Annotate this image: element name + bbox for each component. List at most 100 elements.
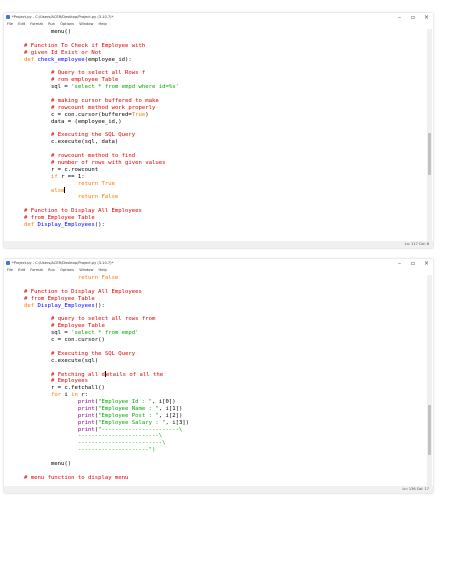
close-button[interactable]: × — [424, 260, 429, 267]
scrollbar-thumb[interactable] — [428, 405, 431, 455]
menu-file[interactable]: File — [7, 22, 13, 26]
idle-editor-window-top: *Project.py - C:/Users/ACER/Desktop/Proj… — [4, 13, 433, 248]
code-line: r = c.rowcount — [4, 167, 425, 174]
scrollbar-thumb[interactable] — [428, 133, 431, 175]
code-token: return False — [77, 194, 119, 201]
maximize-button[interactable]: ▫ — [411, 260, 415, 267]
menu-window[interactable]: Window — [79, 268, 93, 272]
code-token: "Employee Name : " — [98, 405, 159, 412]
code-token: c = con.cursor() — [24, 337, 105, 344]
code-token: # query to select all rows from — [50, 316, 156, 323]
code-token: print — [77, 426, 95, 433]
code-token: ---------------------") — [77, 447, 156, 454]
python-file-icon — [6, 261, 10, 265]
code-token: # Executing the SQL Query — [50, 350, 136, 357]
title-bar[interactable]: *Project.py - C:/Users/ACER/Desktop/Proj… — [4, 13, 433, 22]
code-line: # Fetching all details of all the — [4, 371, 425, 378]
code-line: # number of rows with given values — [4, 160, 425, 167]
menu-options[interactable]: Options — [60, 268, 74, 272]
menu-help[interactable]: Help — [99, 22, 107, 26]
code-token: in — [71, 392, 78, 399]
code-line: # Employees — [4, 378, 425, 385]
vertical-scrollbar[interactable] — [427, 29, 432, 241]
code-line: -------------------------\ — [4, 440, 425, 447]
code-token: "Employee Salary : " — [98, 419, 166, 426]
close-button[interactable]: × — [424, 14, 429, 21]
menu-file[interactable]: File — [7, 268, 13, 272]
code-token: ) — [145, 111, 149, 118]
code-line: def Display_Employees(): — [4, 222, 425, 229]
code-token: sql = — [24, 84, 72, 91]
code-token: menu() — [24, 29, 72, 35]
code-token: -------------------------\ — [77, 440, 166, 447]
maximize-button[interactable]: ▫ — [411, 14, 415, 21]
menu-edit[interactable]: Edit — [18, 268, 25, 272]
code-line: # Query to select all Rows f — [4, 70, 425, 77]
code-token: (employee_id): — [84, 56, 132, 63]
code-token: r = c.fetchall() — [24, 385, 105, 392]
code-line: # rowcount method work properly — [4, 105, 425, 112]
code-line: c = con.cursor(buffered=True) — [4, 112, 425, 119]
menu-run[interactable]: Run — [48, 22, 55, 26]
cursor-position: Ln: 117 Col: 8 — [404, 242, 429, 246]
code-line: # menu function to display menu — [4, 475, 425, 482]
code-token: # rowcount method to find — [50, 153, 136, 160]
code-token: return True — [77, 180, 115, 187]
code-token: def — [24, 302, 38, 309]
code-line: return True — [4, 181, 425, 188]
code-token: c.execute(sql) — [24, 357, 99, 364]
code-line: # from Employee Table — [4, 296, 425, 303]
menu-help[interactable]: Help — [99, 268, 107, 272]
code-token: # number of rows with given values — [50, 159, 166, 166]
menu-format[interactable]: Format — [30, 268, 43, 272]
code-token: # Employee Table — [50, 323, 105, 330]
menu-window[interactable]: Window — [79, 22, 93, 26]
code-token: c.execute(sql, data) — [24, 139, 119, 146]
menu-edit[interactable]: Edit — [18, 22, 25, 26]
code-line: ------------------------\ — [4, 433, 425, 440]
code-token: r: — [77, 392, 89, 399]
vertical-scrollbar[interactable] — [427, 275, 432, 486]
code-token: for — [50, 392, 62, 399]
code-token: def — [24, 221, 38, 228]
code-line: # query to select all rows from — [4, 316, 425, 323]
status-bar: Ln: 117 Col: 8 — [4, 241, 433, 248]
code-token: # Function To Check if Employee with — [24, 42, 146, 49]
title-bar[interactable]: *Project.py - C:/Users/ACER/Desktop/Proj… — [4, 259, 433, 268]
code-line: return False — [4, 275, 425, 282]
code-line: # from Employee Table — [4, 215, 425, 222]
code-token: , i[1]) — [158, 405, 183, 412]
code-token: r = c.rowcount — [24, 166, 99, 173]
code-token: # rowcount method work properly — [50, 104, 156, 111]
code-line: if r == 1: — [4, 174, 425, 181]
code-line: # Employee Table — [4, 323, 425, 330]
menu-format[interactable]: Format — [30, 22, 43, 26]
code-line: return False — [4, 194, 425, 201]
code-token: # rom employee Table — [50, 77, 119, 84]
minimize-button[interactable]: – — [398, 260, 401, 267]
code-editor[interactable]: return False # Function to Display All Em… — [4, 275, 425, 486]
menu-run[interactable]: Run — [48, 268, 55, 272]
code-editor[interactable]: menu() # Function To Check if Employee wi… — [4, 29, 425, 241]
code-token: sql = — [24, 330, 72, 337]
code-token: # menu function to display menu — [24, 474, 129, 481]
code-line: # rowcount method to find — [4, 153, 425, 160]
menu-options[interactable]: Options — [60, 22, 74, 26]
code-token: True — [131, 111, 146, 118]
window-title: *Project.py - C:/Users/ACER/Desktop/Proj… — [12, 261, 114, 265]
minimize-button[interactable]: – — [398, 14, 401, 21]
code-token: , i[2]) — [158, 412, 183, 419]
menu-bar: File Edit Format Run Options Window Help — [4, 268, 433, 275]
